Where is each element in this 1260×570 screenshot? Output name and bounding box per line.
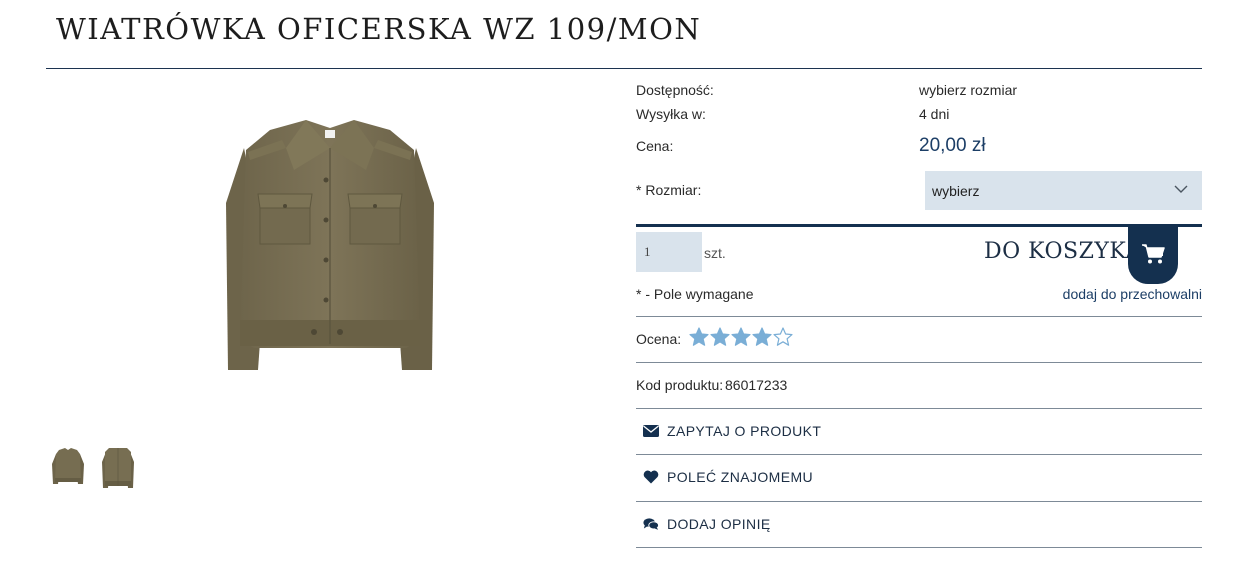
product-code-value: 86017233: [725, 377, 788, 393]
add-review-button[interactable]: DODAJ OPINIĘ: [636, 502, 1202, 546]
add-review-label: DODAJ OPINIĘ: [667, 516, 771, 532]
star-filled-icon[interactable]: [731, 327, 751, 347]
divider: [636, 316, 1202, 317]
price-value: 20,00 zł: [919, 135, 986, 156]
quantity-value: 1: [644, 244, 651, 259]
star-filled-icon[interactable]: [710, 327, 730, 347]
cart-divider: [636, 224, 1202, 227]
title-divider: [46, 68, 1202, 69]
availability-label: Dostępność:: [636, 82, 714, 98]
recommend-to-friend-button[interactable]: POLEĆ ZNAJOMEMU: [636, 455, 1202, 499]
product-main-image[interactable]: [210, 108, 450, 380]
size-select[interactable]: wybierz: [925, 171, 1202, 210]
ask-about-product-button[interactable]: ZAPYTAJ O PRODUKT: [636, 409, 1202, 453]
divider: [636, 362, 1202, 363]
rating-label: Ocena:: [636, 331, 682, 347]
heart-icon: [643, 469, 659, 485]
size-select-value: wybierz: [932, 182, 980, 199]
thumbnail-back[interactable]: [100, 444, 136, 492]
required-note: * - Pole wymagane: [636, 286, 754, 302]
star-empty-icon[interactable]: [773, 327, 793, 347]
price-label: Cena:: [636, 138, 674, 154]
shipping-label: Wysyłka w:: [636, 106, 706, 122]
recommend-to-friend-label: POLEĆ ZNAJOMEMU: [667, 469, 814, 485]
star-filled-icon[interactable]: [752, 327, 772, 347]
rating-stars[interactable]: [689, 327, 793, 347]
divider: [636, 547, 1202, 548]
product-title: WIATRÓWKA OFICERSKA WZ 109/MON: [56, 12, 702, 46]
add-to-storage-link[interactable]: dodaj do przechowalni: [1063, 286, 1202, 302]
ask-about-product-label: ZAPYTAJ O PRODUKT: [667, 423, 822, 439]
product-code-label: Kod produktu:: [636, 377, 724, 393]
thumbnail-front[interactable]: [50, 444, 86, 492]
cart-icon: [1142, 244, 1165, 264]
thumbnail-strip: [50, 444, 136, 492]
chevron-down-icon: [1174, 185, 1188, 193]
size-label: * Rozmiar:: [636, 182, 702, 198]
shipping-value: 4 dni: [919, 106, 950, 122]
star-filled-icon[interactable]: [689, 327, 709, 347]
add-to-cart-label[interactable]: DO KOSZYKA: [984, 239, 1142, 264]
add-to-cart-button[interactable]: [1128, 224, 1178, 284]
availability-value: wybierz rozmiar: [919, 82, 1018, 98]
quantity-input[interactable]: 1: [636, 232, 702, 272]
comments-icon: [643, 516, 659, 532]
envelope-icon: [643, 423, 659, 439]
quantity-unit: szt.: [704, 245, 726, 261]
